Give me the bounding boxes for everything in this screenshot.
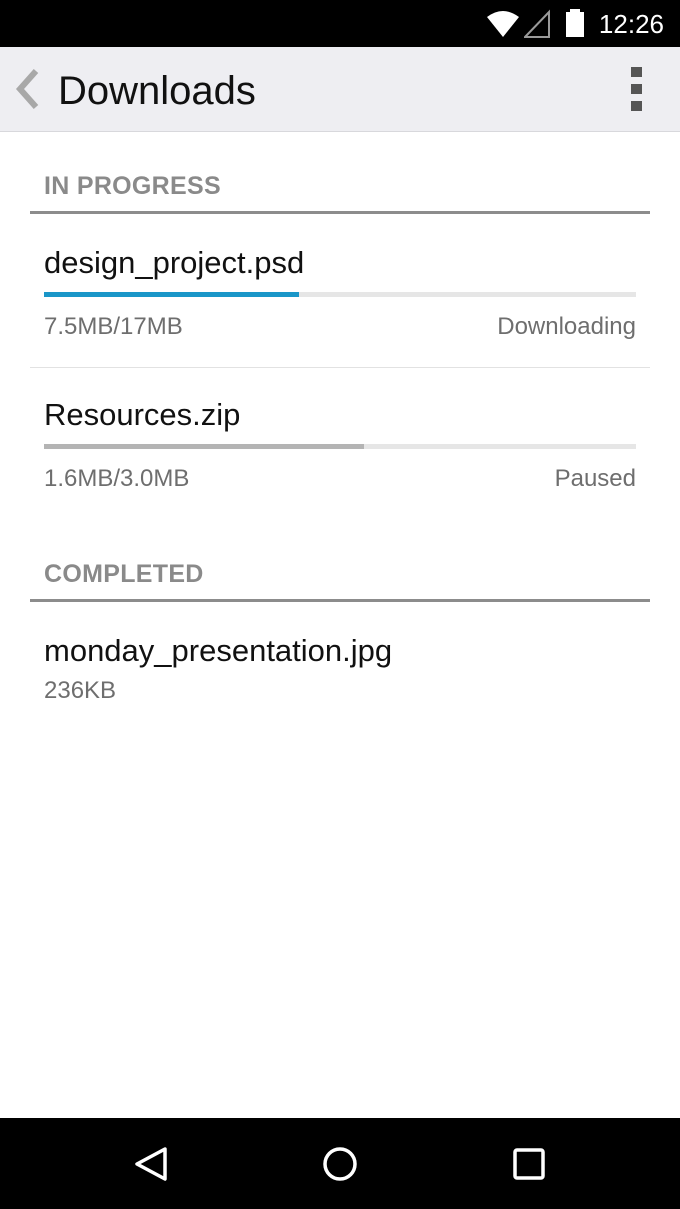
file-size: 236KB [44, 677, 117, 704]
progress-bar [44, 292, 636, 297]
home-circle-icon [323, 1147, 357, 1181]
app-bar: Downloads [0, 47, 680, 132]
nav-back-button[interactable] [101, 1118, 201, 1209]
nav-recents-button[interactable] [479, 1118, 579, 1209]
download-status: Downloading [497, 313, 636, 340]
section-divider [30, 211, 650, 214]
navigation-bar [0, 1118, 680, 1209]
nav-home-button[interactable] [290, 1118, 390, 1209]
file-size: 7.5MB/17MB [44, 313, 183, 340]
progress-bar [44, 444, 636, 449]
cell-signal-icon [524, 9, 550, 38]
section-divider [30, 599, 650, 602]
status-bar: 12:26 [0, 0, 680, 47]
chevron-left-icon [15, 69, 39, 109]
section-header-in-progress: IN PROGRESS [44, 172, 221, 200]
file-size: 1.6MB/3.0MB [44, 465, 190, 492]
status-time: 12:26 [598, 9, 664, 39]
wifi-icon [487, 11, 519, 37]
progress-fill [44, 292, 300, 297]
progress-fill [44, 444, 365, 449]
back-triangle-icon [135, 1147, 167, 1181]
battery-icon [566, 9, 584, 37]
recents-square-icon [513, 1148, 545, 1180]
file-name: design_project.psd [44, 245, 305, 280]
file-name: monday_presentation.jpg [44, 633, 393, 668]
section-header-completed: COMPLETED [44, 560, 204, 588]
overflow-menu-button[interactable] [620, 65, 654, 117]
file-name: Resources.zip [44, 397, 241, 432]
row-divider [30, 367, 650, 368]
back-button[interactable] [8, 65, 48, 113]
page-title: Downloads [58, 69, 256, 113]
download-status: Paused [554, 465, 636, 492]
